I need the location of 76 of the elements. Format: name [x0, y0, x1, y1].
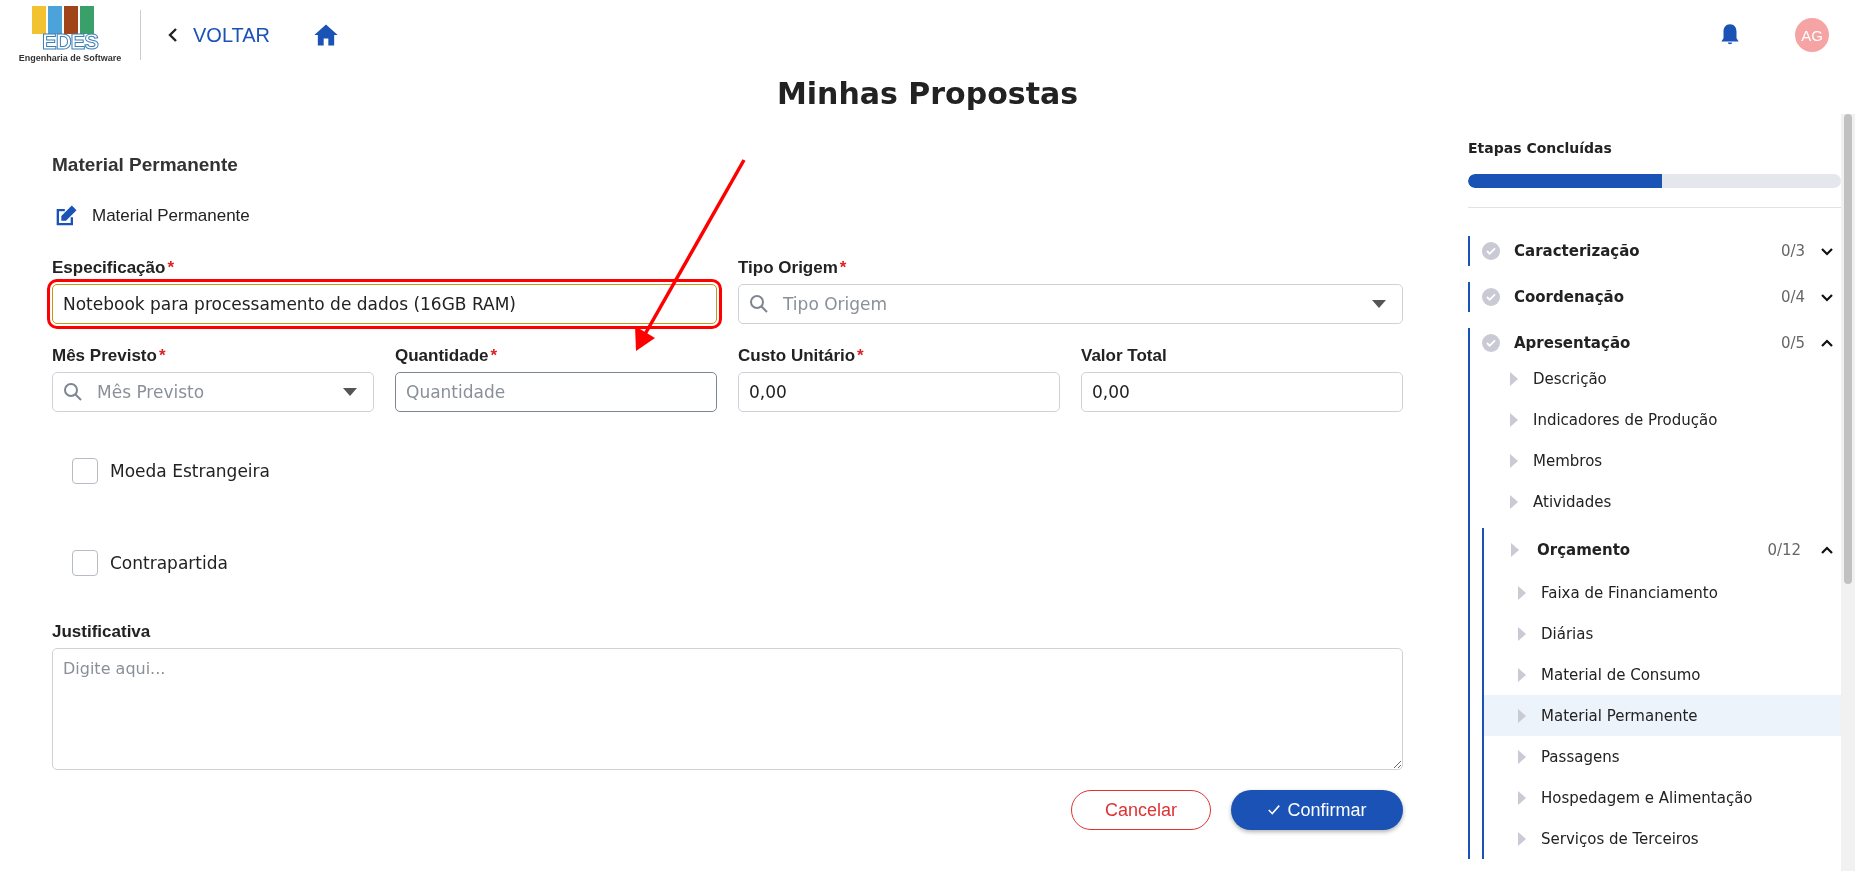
triangle-right-icon: [1510, 494, 1518, 509]
confirm-button[interactable]: Confirmar: [1231, 790, 1403, 830]
triangle-right-icon: [1510, 412, 1518, 427]
progress-label: Etapas Concluídas: [1468, 140, 1613, 156]
field-label: Mês Previsto*: [52, 346, 167, 366]
nav-label: Material Permanente: [1541, 706, 1698, 725]
nav-item[interactable]: Material de Consumo: [1484, 654, 1842, 695]
check-circle-icon: [1482, 288, 1500, 306]
step-count: 0/12: [1767, 541, 1802, 559]
step-count: 0/3: [1780, 242, 1806, 260]
search-icon: [749, 294, 769, 314]
step-label[interactable]: Orçamento: [1537, 541, 1750, 559]
nav-label: Passagens: [1541, 747, 1620, 766]
triangle-right-icon: [1510, 371, 1518, 386]
field-label: Custo Unitário*: [738, 346, 865, 366]
triangle-right-icon: [1510, 453, 1518, 468]
step-label[interactable]: Caracterização: [1514, 242, 1767, 260]
checkbox[interactable]: [72, 550, 98, 576]
chevron-left-icon: [167, 27, 179, 43]
caret-down-icon: [1372, 300, 1386, 308]
nav-label: Indicadores de Produção: [1533, 410, 1718, 429]
nav-label: Atividades: [1533, 492, 1612, 511]
nav-label: Membros: [1533, 451, 1603, 470]
nav-label: Serviços de Terceiros: [1541, 829, 1699, 848]
triangle-right-icon: [1518, 831, 1526, 846]
input-field[interactable]: 0,00: [738, 372, 1060, 412]
step-count: 0/4: [1780, 288, 1806, 306]
input-field[interactable]: Quantidade: [395, 372, 717, 412]
nav-item[interactable]: Atividades: [1470, 481, 1842, 522]
field-label: Especificação*: [52, 258, 176, 278]
triangle-right-icon: [1518, 585, 1526, 600]
checkmark-icon: [1267, 803, 1282, 817]
back-button[interactable]: VOLTAR: [163, 19, 275, 51]
checkbox-label: Contrapartida: [110, 553, 228, 573]
input-field[interactable]: 0,00: [1081, 372, 1403, 412]
logo-subtitle: Engenharia de Software: [18, 53, 122, 64]
field-label: Justificativa: [52, 622, 152, 642]
triangle-right-icon: [1518, 626, 1526, 641]
nav-item[interactable]: Descrição: [1470, 358, 1842, 399]
nav-label: Faixa de Financiamento: [1541, 583, 1718, 602]
page-title: Minhas Propostas: [775, 75, 1080, 113]
logo-text: EDES: [42, 31, 98, 53]
triangle-right-icon: [1518, 749, 1526, 764]
nav-item[interactable]: Hospedagem e Alimentação: [1484, 777, 1842, 818]
step-label[interactable]: Apresentação: [1514, 334, 1767, 352]
scrollbar[interactable]: [1841, 114, 1855, 871]
step-count: 0/5: [1780, 334, 1806, 352]
section-heading: Material Permanente: [52, 154, 239, 176]
nav-item[interactable]: Faixa de Financiamento: [1484, 572, 1842, 613]
nav-label: Hospedagem e Alimentação: [1541, 788, 1753, 807]
check-circle-icon: [1482, 334, 1500, 352]
field-label: Tipo Origem*: [738, 258, 848, 278]
caret-down-icon: [343, 388, 357, 396]
nav-label: Diárias: [1541, 624, 1594, 643]
field-label: Quantidade*: [395, 346, 499, 366]
triangle-right-icon: [1518, 790, 1526, 805]
nav-label: Material de Consumo: [1541, 665, 1701, 684]
triangle-right-icon: [1518, 708, 1526, 723]
cancel-button[interactable]: Cancelar: [1071, 790, 1211, 830]
check-circle-icon: [1482, 242, 1500, 260]
nav-item[interactable]: Serviços de Terceiros: [1484, 818, 1842, 859]
nav-item[interactable]: Indicadores de Produção: [1470, 399, 1842, 440]
text-area[interactable]: Digite aqui...: [52, 648, 1403, 770]
triangle-right-icon: [1518, 667, 1526, 682]
nav-label: Descrição: [1533, 369, 1607, 388]
nav-item[interactable]: Material Permanente: [1484, 695, 1842, 736]
nav-item[interactable]: Passagens: [1484, 736, 1842, 777]
field-label: Valor Total: [1081, 346, 1168, 366]
search-icon: [63, 382, 83, 402]
triangle-right-icon: [1511, 543, 1519, 557]
nav-item[interactable]: Membros: [1470, 440, 1842, 481]
form-mode-label: Material Permanente: [92, 206, 250, 226]
checkbox-label: Moeda Estrangeira: [110, 461, 270, 481]
checkbox[interactable]: [72, 458, 98, 484]
nav-item[interactable]: Diárias: [1484, 613, 1842, 654]
step-label[interactable]: Coordenação: [1514, 288, 1767, 306]
